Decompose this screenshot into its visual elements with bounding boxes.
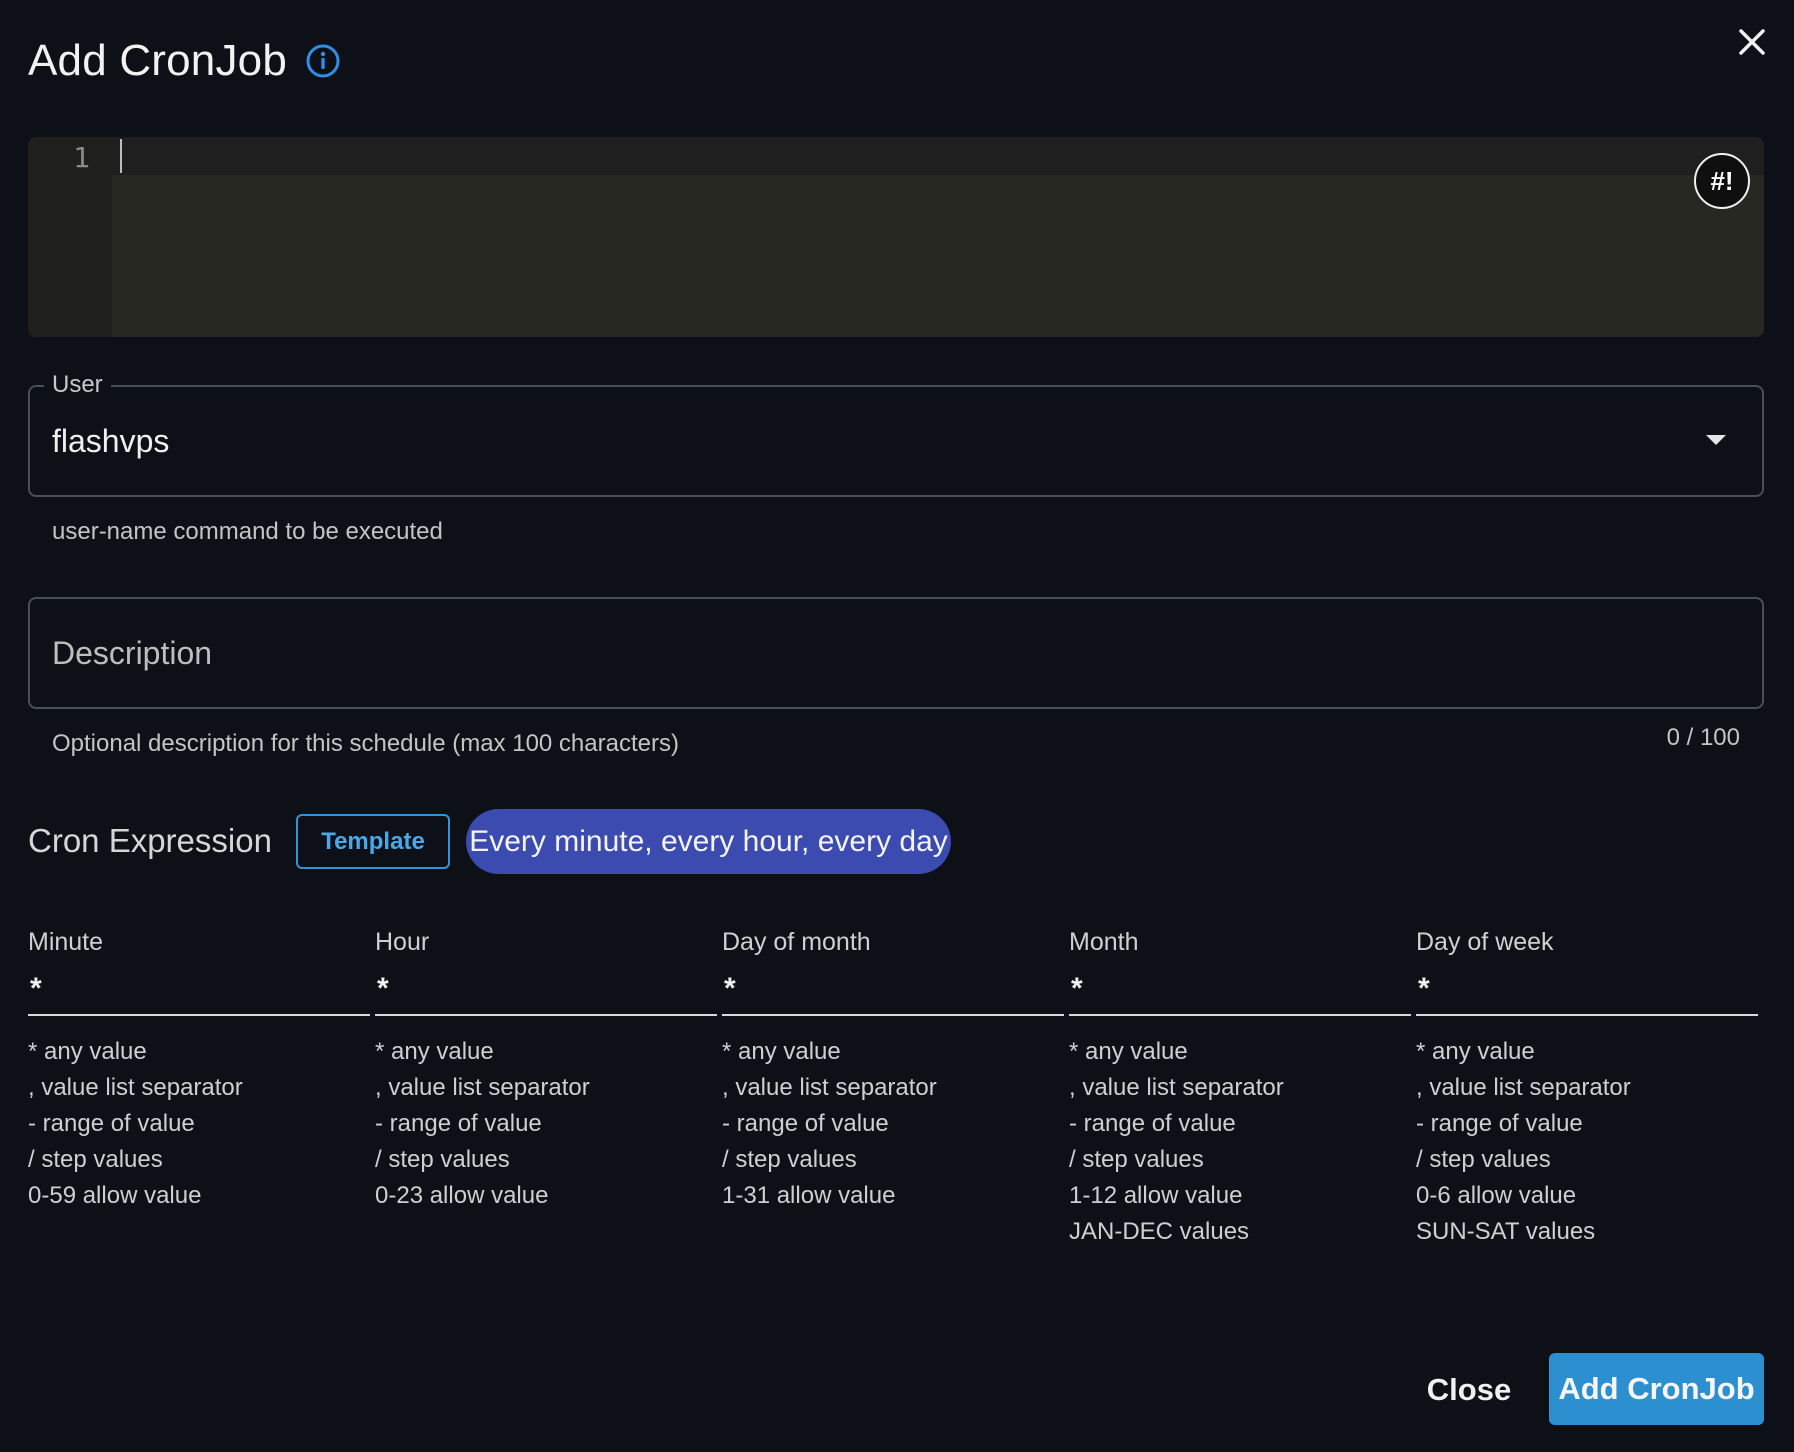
minute-hints: * any value , value list separator - ran… — [28, 1034, 370, 1214]
cron-field-month: Month * * any value , value list separat… — [1069, 928, 1411, 1250]
hint-line: - range of value — [722, 1106, 1064, 1142]
day-of-month-hints: * any value , value list separator - ran… — [722, 1034, 1064, 1214]
user-value: flashvps — [52, 423, 169, 460]
dialog-title: Add CronJob — [28, 36, 287, 86]
day-of-month-label: Day of month — [722, 928, 1064, 960]
hint-line: JAN-DEC values — [1069, 1214, 1411, 1250]
hint-line: * any value — [28, 1034, 370, 1070]
hint-line: / step values — [375, 1142, 717, 1178]
hint-line: 0-59 allow value — [28, 1178, 370, 1214]
hint-line: , value list separator — [722, 1070, 1064, 1106]
hint-line: / step values — [1416, 1142, 1758, 1178]
hint-line: , value list separator — [375, 1070, 717, 1106]
cron-field-day-of-month: Day of month * * any value , value list … — [722, 928, 1064, 1214]
cron-expression-label: Cron Expression — [28, 822, 272, 860]
hint-line: , value list separator — [1069, 1070, 1411, 1106]
hint-line: * any value — [375, 1034, 717, 1070]
close-button[interactable]: Close — [1410, 1362, 1528, 1418]
minute-label: Minute — [28, 928, 370, 960]
hint-line: * any value — [1416, 1034, 1758, 1070]
user-label: User — [44, 371, 111, 399]
text-cursor — [120, 139, 122, 173]
close-icon[interactable] — [1732, 22, 1772, 62]
description-placeholder: Description — [52, 635, 212, 672]
month-hints: * any value , value list separator - ran… — [1069, 1034, 1411, 1250]
user-select[interactable]: User flashvps — [28, 385, 1764, 497]
hint-line: , value list separator — [1416, 1070, 1758, 1106]
character-counter: 0 / 100 — [1667, 724, 1740, 752]
day-of-week-hints: * any value , value list separator - ran… — [1416, 1034, 1758, 1250]
hint-line: * any value — [1069, 1034, 1411, 1070]
minute-input[interactable]: * — [28, 966, 370, 1016]
line-number: 1 — [73, 141, 90, 174]
hint-line: SUN-SAT values — [1416, 1214, 1758, 1250]
day-of-week-input[interactable]: * — [1416, 966, 1758, 1016]
cron-field-minute: Minute * * any value , value list separa… — [28, 928, 370, 1214]
hint-line: - range of value — [1416, 1106, 1758, 1142]
hour-label: Hour — [375, 928, 717, 960]
hint-line: / step values — [28, 1142, 370, 1178]
day-of-month-input[interactable]: * — [722, 966, 1064, 1016]
hint-line: , value list separator — [28, 1070, 370, 1106]
shebang-button[interactable]: #! — [1694, 153, 1750, 209]
hint-line: 0-23 allow value — [375, 1178, 717, 1214]
dialog-header: Add CronJob — [28, 36, 341, 86]
description-input[interactable]: Description — [28, 597, 1764, 709]
editor-gutter: 1 — [28, 137, 112, 337]
hint-line: - range of value — [375, 1106, 717, 1142]
month-label: Month — [1069, 928, 1411, 960]
info-icon[interactable] — [305, 43, 341, 79]
hour-input[interactable]: * — [375, 966, 717, 1016]
cron-field-day-of-week: Day of week * * any value , value list s… — [1416, 928, 1758, 1250]
hint-line: - range of value — [28, 1106, 370, 1142]
template-button[interactable]: Template — [296, 814, 450, 869]
hint-line: * any value — [722, 1034, 1064, 1070]
add-cronjob-dialog: Add CronJob 1 #! User flashvps user-name… — [0, 0, 1794, 1452]
hint-line: - range of value — [1069, 1106, 1411, 1142]
hint-line: / step values — [1069, 1142, 1411, 1178]
cron-field-hour: Hour * * any value , value list separato… — [375, 928, 717, 1214]
hint-line: 1-31 allow value — [722, 1178, 1064, 1214]
cron-summary-chip: Every minute, every hour, every day — [466, 809, 951, 874]
dropdown-arrow-icon[interactable] — [1706, 435, 1726, 445]
active-line-highlight — [112, 137, 1764, 175]
user-helper-text: user-name command to be executed — [52, 518, 443, 546]
hour-hints: * any value , value list separator - ran… — [375, 1034, 717, 1214]
hint-line: 1-12 allow value — [1069, 1178, 1411, 1214]
hint-line: 0-6 allow value — [1416, 1178, 1758, 1214]
day-of-week-label: Day of week — [1416, 928, 1758, 960]
hint-line: / step values — [722, 1142, 1064, 1178]
command-editor[interactable]: 1 #! — [28, 137, 1764, 337]
description-helper-text: Optional description for this schedule (… — [52, 730, 679, 758]
add-cronjob-button[interactable]: Add CronJob — [1549, 1353, 1764, 1425]
month-input[interactable]: * — [1069, 966, 1411, 1016]
